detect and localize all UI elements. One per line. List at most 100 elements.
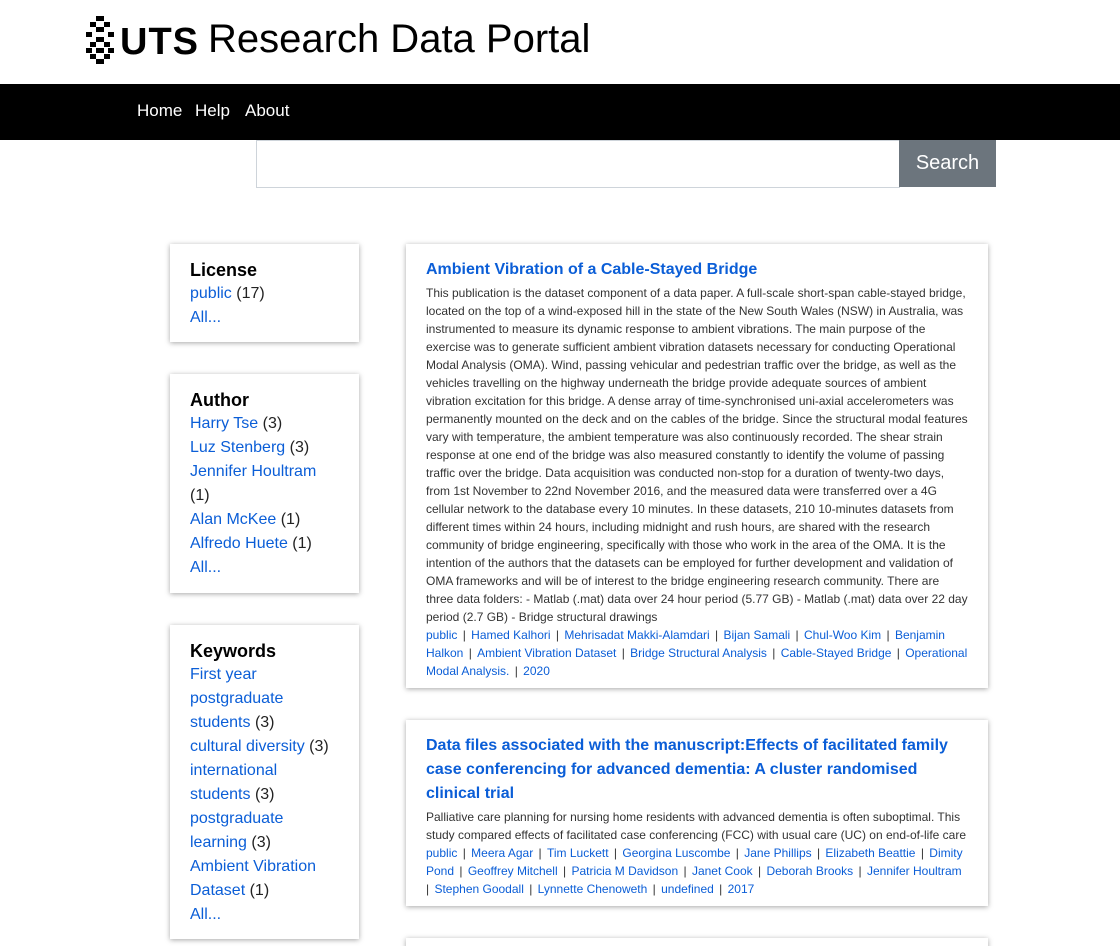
facet-count: (3): [309, 738, 329, 755]
result-tag-link[interactable]: 2020: [523, 664, 550, 678]
facet-title: Author: [190, 390, 249, 410]
facet-item: public (17): [190, 282, 339, 306]
site-title: Research Data Portal: [208, 17, 591, 61]
nav-about-link[interactable]: About: [245, 101, 289, 121]
result-tag-link[interactable]: undefined: [661, 882, 714, 896]
facet-link[interactable]: Luz Stenberg: [190, 439, 285, 456]
facet-count: (1): [249, 882, 270, 899]
facet-link[interactable]: Alan McKee: [190, 511, 276, 528]
facet-item: postgraduate learning (3): [190, 807, 339, 855]
tag-separator: |: [552, 628, 563, 642]
facet-link[interactable]: Alfredo Huete: [190, 535, 288, 552]
keywords-facet: Keywords First year postgraduate student…: [170, 625, 359, 939]
facet-title: Keywords: [190, 641, 277, 661]
nav-home-link[interactable]: Home: [137, 101, 182, 121]
tag-separator: |: [680, 864, 690, 878]
result-title-link[interactable]: Data files associated with the manuscrip…: [426, 734, 968, 806]
tag-separator: |: [459, 628, 470, 642]
result-tag-link[interactable]: Bijan Samali: [724, 628, 791, 642]
main-navbar: Home Help About: [0, 84, 1120, 140]
tag-separator: |: [559, 864, 570, 878]
result-tag-link[interactable]: Meera Agar: [471, 846, 533, 860]
result-tag-link[interactable]: Janet Cook: [692, 864, 753, 878]
search-button[interactable]: Search: [899, 140, 996, 187]
result-tag-link[interactable]: Lynnette Chenoweth: [538, 882, 648, 896]
tag-separator: |: [855, 864, 865, 878]
tag-separator: |: [792, 628, 803, 642]
search-result: [406, 938, 988, 946]
result-tags: public | Hamed Kalhori | Mehrisadat Makk…: [426, 626, 968, 680]
facet-link[interactable]: Harry Tse: [190, 415, 258, 432]
tag-separator: |: [768, 646, 779, 660]
result-tag-link[interactable]: Ambient Vibration Dataset: [477, 646, 616, 660]
facet-item: Harry Tse (3): [190, 412, 339, 436]
facet-item: Alan McKee (1): [190, 508, 339, 532]
facet-count: (1): [280, 511, 301, 528]
tag-separator: |: [610, 846, 621, 860]
result-tag-link[interactable]: Hamed Kalhori: [471, 628, 550, 642]
facet-all-link[interactable]: All...: [190, 906, 221, 923]
author-facet: Author Harry Tse (3) Luz Stenberg (3) Je…: [170, 374, 359, 593]
nav-help-link[interactable]: Help: [195, 101, 230, 121]
result-tag-link[interactable]: Tim Luckett: [547, 846, 609, 860]
facet-title: License: [190, 260, 258, 280]
facet-count: (3): [289, 439, 310, 456]
result-tag-link[interactable]: Chul-Woo Kim: [804, 628, 881, 642]
tag-separator: |: [893, 646, 904, 660]
search-input[interactable]: [256, 140, 900, 188]
result-tag-link[interactable]: Georgina Luscombe: [622, 846, 730, 860]
result-tag-link[interactable]: public: [426, 628, 457, 642]
facet-all-link[interactable]: All...: [190, 309, 221, 326]
result-tags: public | Meera Agar | Tim Luckett | Geor…: [426, 844, 968, 898]
tag-separator: |: [525, 882, 536, 896]
tag-separator: |: [511, 664, 522, 678]
uts-logo[interactable]: UTS: [86, 16, 198, 64]
facet-item: international students (3): [190, 759, 339, 807]
site-header: UTS Research Data Portal: [0, 0, 1120, 84]
result-tag-link[interactable]: Mehrisadat Makki-Alamdari: [564, 628, 709, 642]
result-description: This publication is the dataset componen…: [426, 286, 968, 624]
facet-item: cultural diversity (3): [190, 735, 339, 759]
tag-separator: |: [732, 846, 743, 860]
result-tag-link[interactable]: Jane Phillips: [744, 846, 811, 860]
result-tag-link[interactable]: public: [426, 846, 457, 860]
tag-separator: |: [883, 628, 893, 642]
facet-link[interactable]: Jennifer Houltram: [190, 463, 316, 480]
facet-link[interactable]: public: [190, 285, 232, 302]
facet-all-link[interactable]: All...: [190, 559, 221, 576]
result-title-link[interactable]: Ambient Vibration of a Cable-Stayed Brid…: [426, 258, 968, 282]
search-result: Data files associated with the manuscrip…: [406, 720, 988, 906]
facet-count: (17): [236, 285, 265, 302]
tag-separator: |: [535, 846, 545, 860]
result-tag-link[interactable]: Deborah Brooks: [766, 864, 853, 878]
facet-count: (3): [254, 714, 275, 731]
tag-separator: |: [459, 846, 470, 860]
facet-count: (3): [254, 786, 275, 803]
uts-logo-icon: [86, 16, 114, 64]
tag-separator: |: [649, 882, 660, 896]
facet-item: Alfredo Huete (1): [190, 532, 339, 556]
facet-item: Ambient Vibration Dataset (1): [190, 855, 339, 903]
tag-separator: |: [465, 646, 476, 660]
facet-count: (1): [190, 487, 210, 504]
result-tag-link[interactable]: 2017: [728, 882, 755, 896]
tag-separator: |: [456, 864, 466, 878]
tag-separator: |: [754, 864, 765, 878]
result-tag-link[interactable]: Elizabeth Beattie: [825, 846, 915, 860]
facet-count: (3): [251, 834, 271, 851]
result-tag-link[interactable]: Stephen Goodall: [434, 882, 523, 896]
result-description: Palliative care planning for nursing hom…: [426, 810, 967, 842]
facet-count: (1): [292, 535, 312, 552]
result-tag-link[interactable]: Bridge Structural Analysis: [630, 646, 767, 660]
tag-separator: |: [917, 846, 928, 860]
result-tag-link[interactable]: Patricia M Davidson: [571, 864, 678, 878]
tag-separator: |: [618, 646, 629, 660]
facet-item: First year postgraduate students (3): [190, 663, 339, 735]
facet-link[interactable]: cultural diversity: [190, 738, 305, 755]
result-tag-link[interactable]: Jennifer Houltram: [867, 864, 962, 878]
result-tag-link[interactable]: Cable-Stayed Bridge: [781, 646, 892, 660]
tag-separator: |: [711, 628, 722, 642]
facet-item: Jennifer Houltram (1): [190, 460, 339, 508]
result-tag-link[interactable]: Geoffrey Mitchell: [468, 864, 558, 878]
facet-item: Luz Stenberg (3): [190, 436, 339, 460]
